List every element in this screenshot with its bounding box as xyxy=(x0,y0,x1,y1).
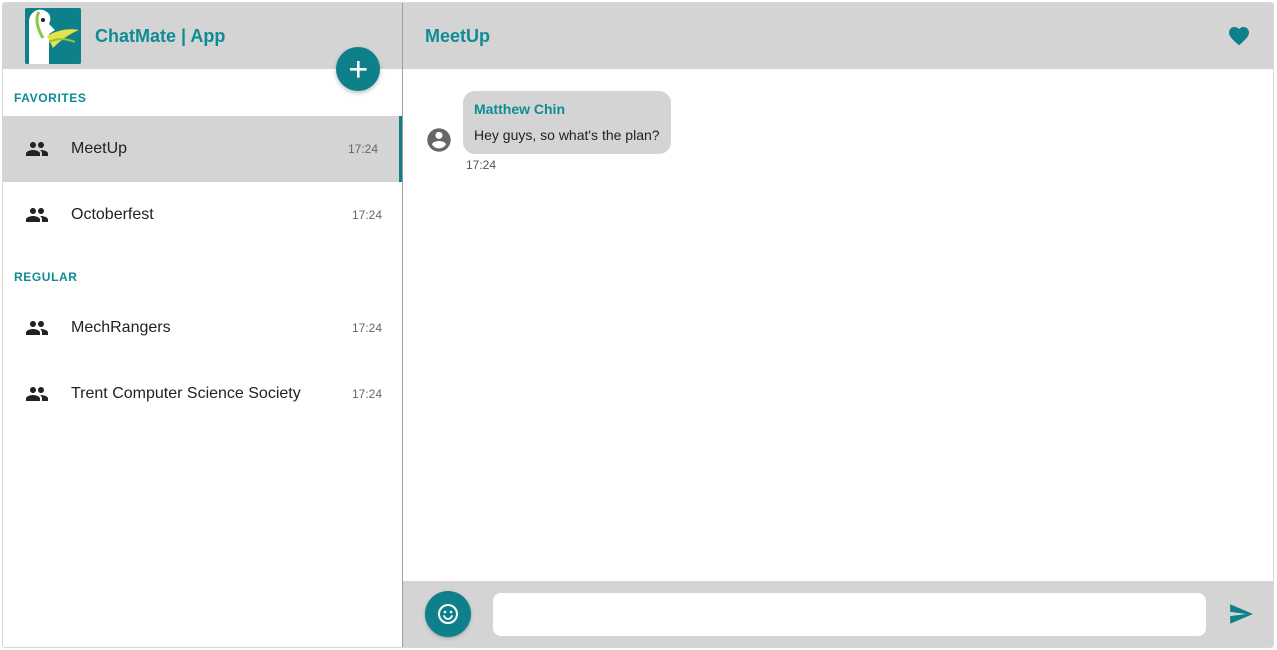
chat-item-time: 17:24 xyxy=(351,208,382,222)
conversation-panel: MeetUp Matthew Chin Hey guys, so what's … xyxy=(403,3,1273,647)
conversation-header: MeetUp xyxy=(403,3,1273,69)
message-list: Matthew Chin Hey guys, so what's the pla… xyxy=(403,69,1273,581)
heart-icon[interactable] xyxy=(1227,24,1251,48)
message-bubble: Matthew Chin Hey guys, so what's the pla… xyxy=(463,91,671,154)
sidebar: ChatMate | App FAVORITES MeetUp 17:24 Oc… xyxy=(3,3,403,647)
chat-item-time: 17:24 xyxy=(351,321,382,335)
section-label-regular: REGULAR xyxy=(14,270,78,284)
message-sender: Matthew Chin xyxy=(474,101,565,117)
message: Matthew Chin Hey guys, so what's the pla… xyxy=(425,91,671,172)
add-chat-button[interactable] xyxy=(336,47,380,91)
group-icon xyxy=(26,208,48,222)
group-icon xyxy=(26,142,48,156)
message-time: 17:24 xyxy=(466,158,497,172)
app-title: ChatMate | App xyxy=(95,25,226,46)
chat-item-mechrangers[interactable]: MechRangers 17:24 xyxy=(3,295,402,361)
chat-item-name: MeetUp xyxy=(71,140,128,157)
group-icon xyxy=(26,321,48,335)
chat-item-octoberfest[interactable]: Octoberfest 17:24 xyxy=(3,182,402,248)
send-icon[interactable] xyxy=(1228,601,1254,627)
chat-item-name: MechRangers xyxy=(71,319,171,336)
message-composer xyxy=(403,581,1273,647)
chat-item-name: Octoberfest xyxy=(71,206,154,223)
message-text: Hey guys, so what's the plan? xyxy=(474,127,660,143)
chat-item-name: Trent Computer Science Society xyxy=(71,385,301,402)
group-icon xyxy=(26,387,48,401)
message-input[interactable] xyxy=(493,592,1206,636)
section-label-favorites: FAVORITES xyxy=(14,91,87,105)
message-body: Matthew Chin Hey guys, so what's the pla… xyxy=(463,91,671,172)
account-circle-icon xyxy=(427,128,451,152)
chat-item-time: 17:24 xyxy=(351,387,382,401)
conversation-title: MeetUp xyxy=(425,25,491,46)
emoji-button[interactable] xyxy=(425,591,471,637)
smiley-icon xyxy=(438,604,458,624)
plus-icon xyxy=(350,61,367,78)
app-logo xyxy=(25,8,81,64)
chat-item-time: 17:24 xyxy=(347,142,378,156)
chat-item-trent-cs-society[interactable]: Trent Computer Science Society 17:24 xyxy=(3,361,402,427)
chat-item-meetup[interactable]: MeetUp 17:24 xyxy=(3,116,402,182)
app-window: ChatMate | App FAVORITES MeetUp 17:24 Oc… xyxy=(2,2,1274,648)
